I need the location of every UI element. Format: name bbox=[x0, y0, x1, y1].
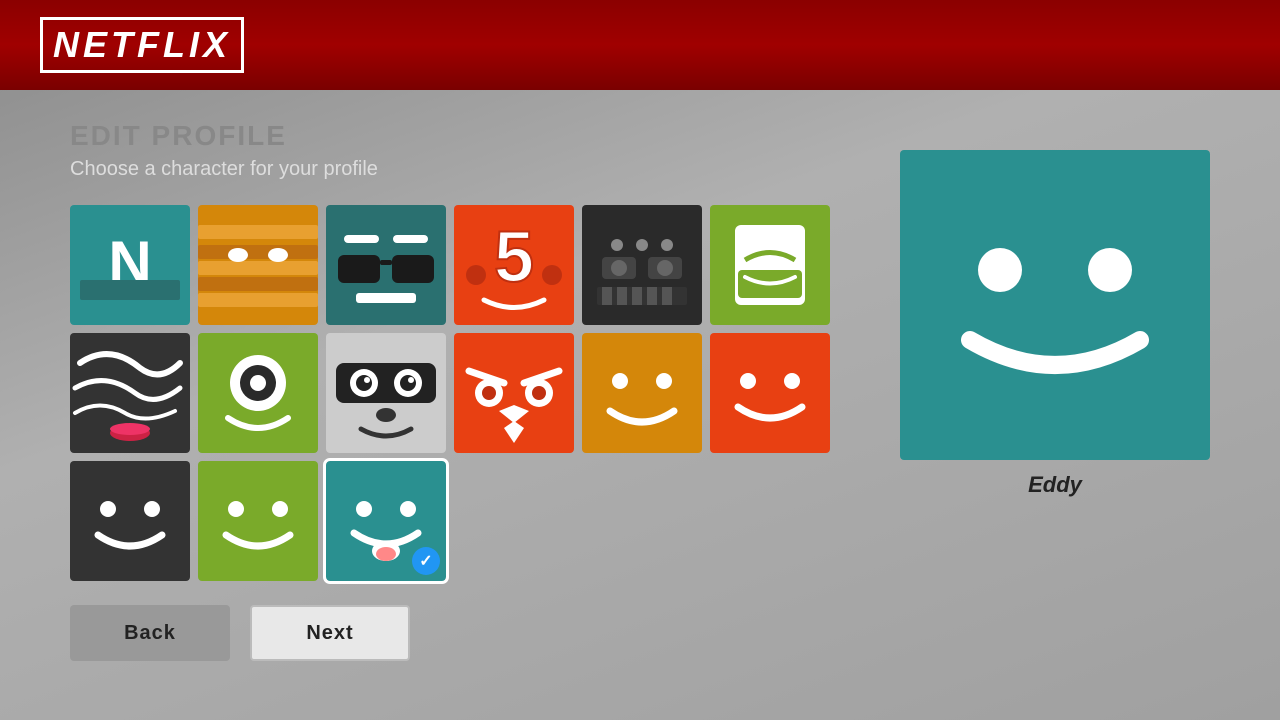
avatar-smiley-dark[interactable] bbox=[70, 461, 190, 581]
avatar-wind[interactable] bbox=[70, 333, 190, 453]
avatar-mummy[interactable] bbox=[198, 205, 318, 325]
main-content: EDIT PROFILE Choose a character for your… bbox=[0, 90, 1280, 681]
avatar-smiley-green[interactable] bbox=[198, 461, 318, 581]
netflix-logo: NETFLIX bbox=[40, 17, 244, 73]
app-header: NETFLIX bbox=[0, 0, 1280, 90]
action-buttons: Back Next bbox=[70, 605, 860, 661]
avatar-smiley-teal-selected[interactable] bbox=[326, 461, 446, 581]
avatar-fox[interactable] bbox=[454, 333, 574, 453]
selected-check-icon bbox=[412, 547, 440, 575]
avatar-mask[interactable] bbox=[326, 333, 446, 453]
avatar-ghost[interactable] bbox=[710, 205, 830, 325]
back-button[interactable]: Back bbox=[70, 605, 230, 661]
left-panel: EDIT PROFILE Choose a character for your… bbox=[70, 120, 860, 661]
preview-character-name: Eddy bbox=[1028, 472, 1082, 498]
svg-text:5: 5 bbox=[494, 218, 534, 298]
avatar-netflix-n[interactable]: N bbox=[70, 205, 190, 325]
preview-avatar-large bbox=[900, 150, 1210, 460]
avatar-grid: N bbox=[70, 205, 860, 581]
avatar-five[interactable]: 5 bbox=[454, 205, 574, 325]
page-title: EDIT PROFILE bbox=[70, 120, 860, 152]
avatar-smiley-red[interactable] bbox=[710, 333, 830, 453]
avatar-robot[interactable] bbox=[582, 205, 702, 325]
avatar-cool[interactable] bbox=[326, 205, 446, 325]
page-subtitle: Choose a character for your profile bbox=[70, 158, 860, 181]
preview-panel: Eddy bbox=[900, 120, 1210, 661]
avatar-cyclops[interactable] bbox=[198, 333, 318, 453]
next-button[interactable]: Next bbox=[250, 605, 410, 661]
avatar-smiley-orange[interactable] bbox=[582, 333, 702, 453]
